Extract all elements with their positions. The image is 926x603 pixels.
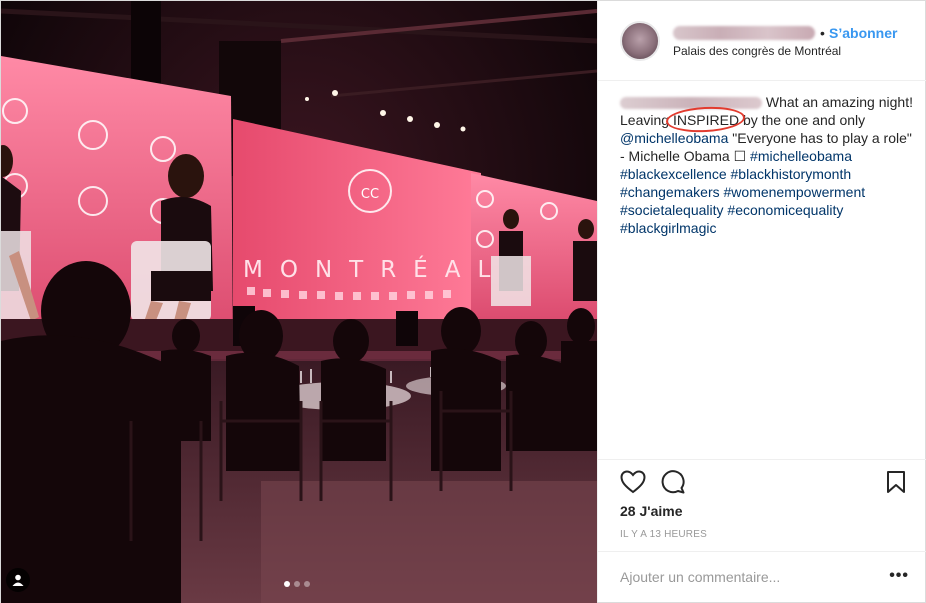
comment-bar: Ajouter un commentaire... ••• <box>598 551 926 603</box>
comment-input[interactable]: Ajouter un commentaire... <box>620 569 780 585</box>
comment-bubble-icon[interactable] <box>661 470 685 499</box>
separator: • <box>820 25 825 41</box>
hashtag-link[interactable]: #blackhistorymonth <box>731 166 852 182</box>
mention-link[interactable]: @michelleobama <box>620 130 728 146</box>
conference-photo: MONTRÉAL CC <box>1 1 597 603</box>
hashtag-link[interactable]: #blackexcellence <box>620 166 727 182</box>
more-options-button[interactable]: ••• <box>889 568 909 584</box>
avatar[interactable] <box>620 21 660 61</box>
hashtag-link[interactable]: #changemakers <box>620 184 720 200</box>
hashtag-link[interactable]: #societalequality <box>620 202 724 218</box>
hashtag-link[interactable]: #michelleobama <box>750 148 852 164</box>
post-actions: 28 J'aime IL Y A 13 HEURES Ajouter un co… <box>598 459 926 602</box>
post-timestamp[interactable]: IL Y A 13 HEURES <box>620 529 707 540</box>
person-icon <box>12 574 24 586</box>
carousel-dot[interactable] <box>304 581 310 587</box>
screen-logo-text: CC <box>361 187 379 202</box>
post-side-panel: • S’abonner Palais des congrès de Montré… <box>597 1 926 602</box>
caption-text: by the one and only <box>739 112 866 128</box>
screen-text: MONTRÉAL <box>243 255 507 283</box>
post-header: • S’abonner Palais des congrès de Montré… <box>598 1 926 81</box>
heart-icon[interactable] <box>620 470 646 499</box>
hashtag-link[interactable]: #womenempowerment <box>724 184 866 200</box>
username-link[interactable] <box>673 24 815 41</box>
carousel-indicator <box>284 581 310 587</box>
carousel-dot-active[interactable] <box>284 581 290 587</box>
location-link[interactable]: Palais des congrès de Montréal <box>673 44 841 58</box>
bookmark-icon[interactable] <box>886 470 906 499</box>
follow-button[interactable]: S’abonner <box>829 25 897 41</box>
blurred-username <box>673 26 815 41</box>
caption: What an amazing night! Leaving INSPIRED … <box>620 93 920 237</box>
caption-highlight: INSPIRED <box>672 112 740 128</box>
carousel-dot[interactable] <box>294 581 300 587</box>
user-tag-button[interactable] <box>6 568 30 592</box>
post-photo[interactable]: MONTRÉAL CC <box>1 1 597 603</box>
hashtag-link[interactable]: #economicequality <box>727 202 843 218</box>
instagram-post: MONTRÉAL CC • S’abonner Palais des congr… <box>0 0 926 603</box>
likes-count[interactable]: 28 J'aime <box>620 503 683 519</box>
hashtag-link[interactable]: #blackgirlmagic <box>620 220 716 236</box>
